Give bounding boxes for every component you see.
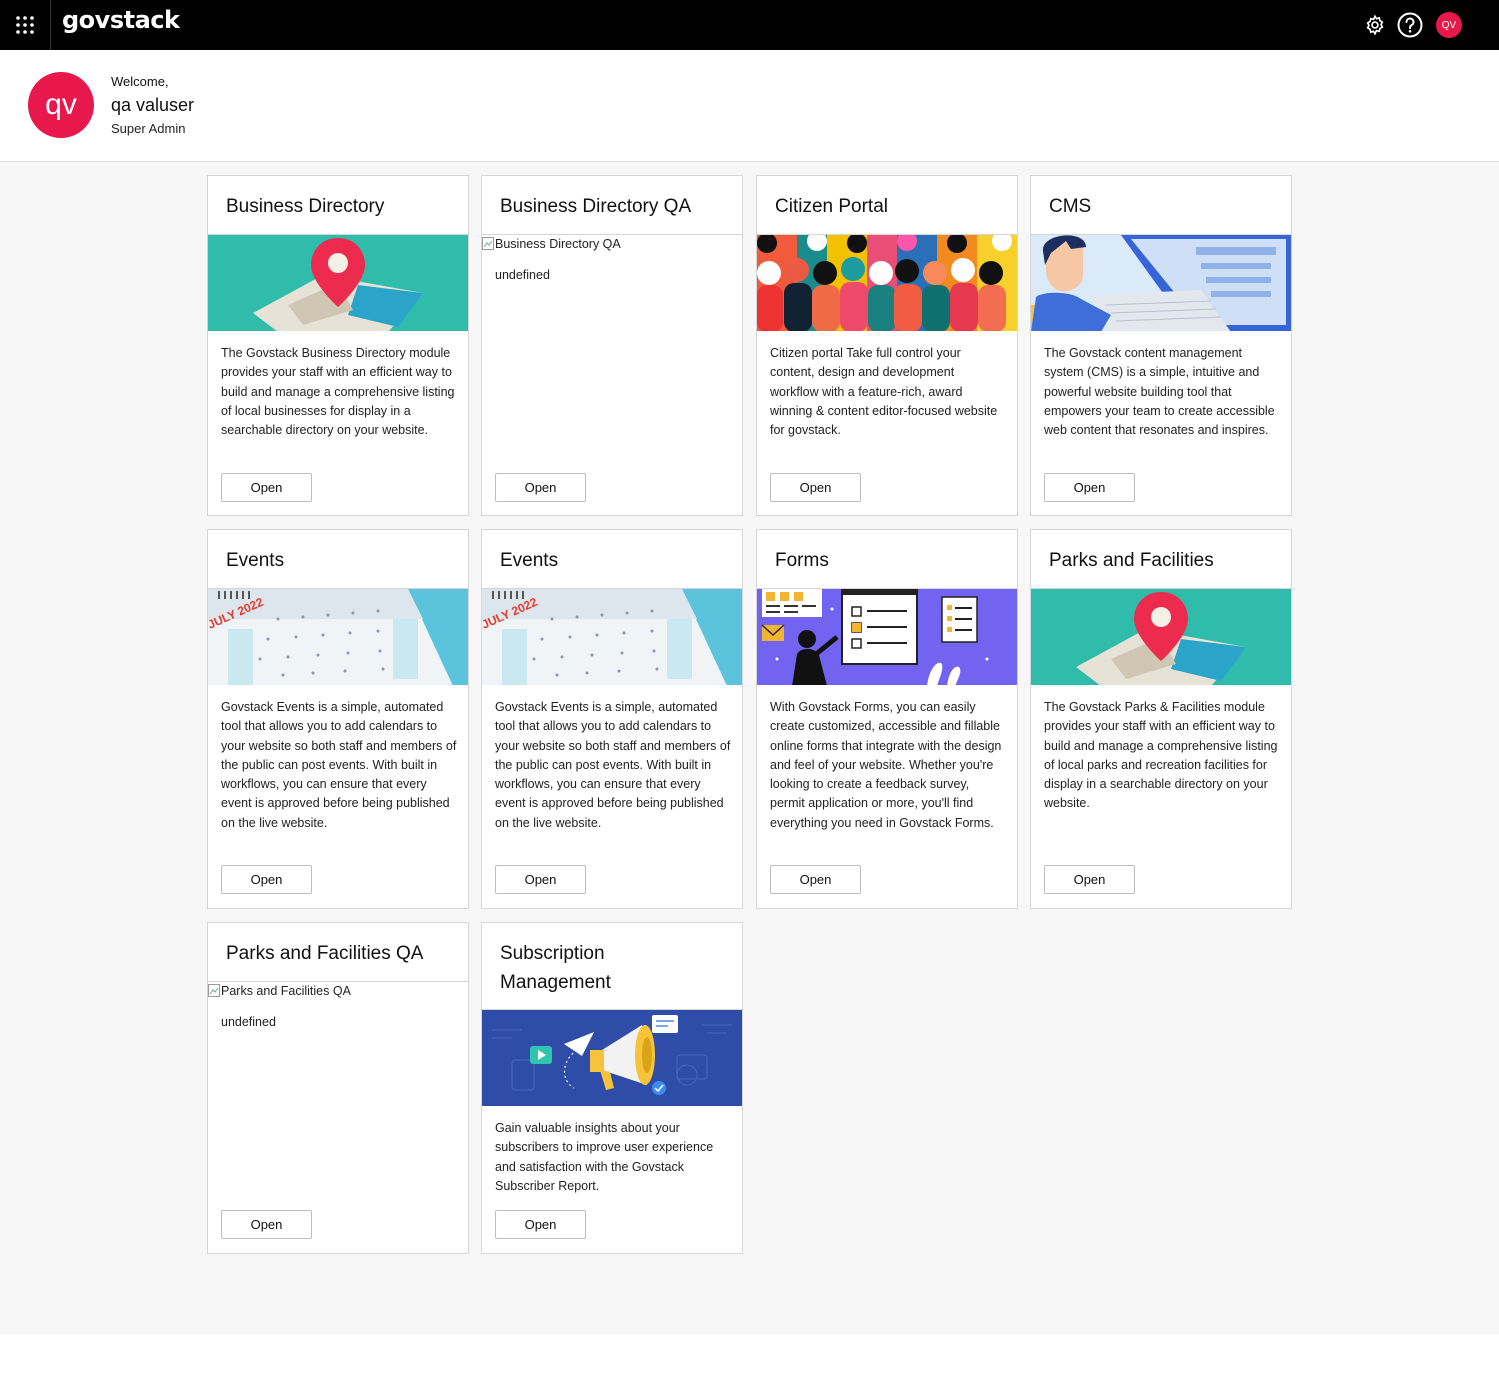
card-title: Subscription Management <box>500 943 611 993</box>
card-description: Citizen portal Take full control your co… <box>770 346 998 438</box>
card-description: The Govstack Parks & Facilities module p… <box>1044 700 1278 811</box>
app-card-parks-and-facilities-qa: Parks and Facilities QA Parks and Facili… <box>207 922 469 1254</box>
person-at-computer-illustration <box>1031 234 1291 331</box>
open-button[interactable]: Open <box>1044 865 1135 894</box>
broken-image: Parks and Facilities QA <box>208 981 468 998</box>
gear-icon <box>1366 14 1384 36</box>
map-pin-illustration <box>1031 588 1291 685</box>
app-card-business-directory: Business Directory The Govstack Business… <box>207 175 469 516</box>
card-title: Events <box>226 550 285 571</box>
grid-icon <box>16 16 34 34</box>
broken-image: Business Directory QA <box>482 234 742 251</box>
open-button[interactable]: Open <box>1044 473 1135 502</box>
open-button[interactable]: Open <box>495 473 586 502</box>
app-card-events-2: Events JULY 2022 Govstack Events is a si… <box>481 529 743 909</box>
user-avatar-button[interactable]: QV <box>1436 12 1462 38</box>
card-description: Gain valuable insights about your subscr… <box>495 1121 714 1193</box>
app-card-cms: CMS The Govstack content management syst… <box>1030 175 1292 516</box>
card-title: Business Directory <box>226 196 385 217</box>
open-button[interactable]: Open <box>495 865 586 894</box>
app-card-forms: Forms With Govstack Forms, you can easil… <box>756 529 1018 909</box>
open-button[interactable]: Open <box>221 473 312 502</box>
broken-image-icon <box>208 984 220 997</box>
image-alt-text: Parks and Facilities QA <box>221 984 351 998</box>
card-description: Govstack Events is a simple, automated t… <box>221 700 457 830</box>
app-card-parks-and-facilities: Parks and Facilities The Govstack Parks … <box>1030 529 1292 909</box>
calendar-illustration: JULY 2022 <box>208 588 468 685</box>
card-title: Citizen Portal <box>775 196 888 217</box>
app-card-business-directory-qa: Business Directory QA Business Directory… <box>481 175 743 516</box>
megaphone-illustration <box>482 1009 742 1106</box>
user-name: qa valuser <box>111 95 195 115</box>
calendar-illustration: JULY 2022 <box>482 588 742 685</box>
welcome-greeting: Welcome, <box>111 74 169 89</box>
open-button[interactable]: Open <box>221 865 312 894</box>
card-description: undefined <box>495 268 550 282</box>
help-button[interactable] <box>1396 11 1424 39</box>
people-crowd-illustration <box>757 234 1017 331</box>
open-button[interactable]: Open <box>770 473 861 502</box>
govstack-logo[interactable]: govstack <box>62 6 180 34</box>
help-icon <box>1397 12 1423 38</box>
image-alt-text: Business Directory QA <box>495 237 621 251</box>
card-description: The Govstack Business Directory module p… <box>221 346 455 438</box>
card-description: Govstack Events is a simple, automated t… <box>495 700 731 830</box>
open-button[interactable]: Open <box>770 865 861 894</box>
app-card-events: Events JULY 2022 Govstack Events is a si… <box>207 529 469 909</box>
card-title: Parks and Facilities QA <box>226 943 424 964</box>
forms-illustration <box>757 588 1017 685</box>
card-title: Events <box>500 550 559 571</box>
app-card-subscription-management: Subscription Management Gain valuable in… <box>481 922 743 1254</box>
card-title: Forms <box>775 550 829 571</box>
open-button[interactable]: Open <box>221 1210 312 1239</box>
avatar: qv <box>28 72 94 138</box>
broken-image-icon <box>482 237 494 250</box>
app-launcher-button[interactable] <box>0 0 51 50</box>
top-bar: govstack QV <box>0 0 1499 50</box>
card-description: undefined <box>221 1015 276 1029</box>
app-card-citizen-portal: Citizen Portal Citizen portal Take full … <box>756 175 1018 516</box>
user-role: Super Admin <box>111 121 186 136</box>
card-title: Parks and Facilities <box>1049 550 1214 571</box>
app-grid: Business Directory The Govstack Business… <box>0 162 1499 1334</box>
card-description: With Govstack Forms, you can easily crea… <box>770 700 1002 830</box>
open-button[interactable]: Open <box>495 1210 586 1239</box>
settings-button[interactable] <box>1361 11 1389 39</box>
welcome-panel: qv Welcome, qa valuser Super Admin <box>0 50 1499 162</box>
card-title: CMS <box>1049 196 1092 217</box>
card-title: Business Directory QA <box>500 196 692 217</box>
card-description: The Govstack content management system (… <box>1044 346 1275 438</box>
map-pin-illustration <box>208 234 468 331</box>
